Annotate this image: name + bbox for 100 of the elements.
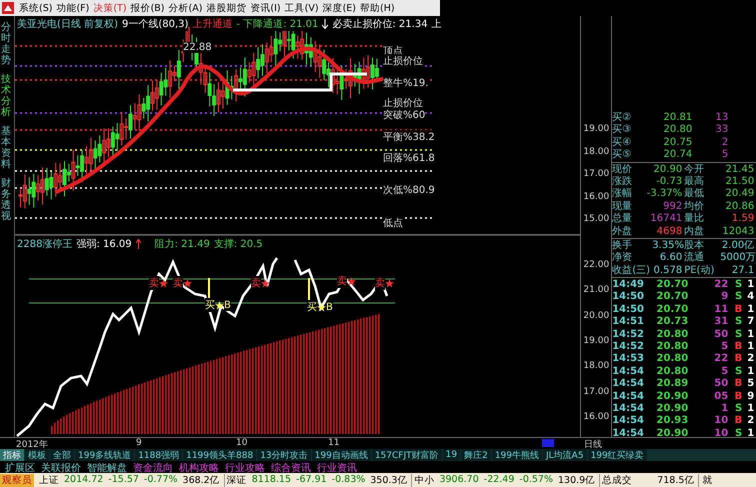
menu-item[interactable]: 功能(F) bbox=[54, 2, 92, 14]
stat-value: 20.86 bbox=[724, 200, 754, 214]
tick-volume: 10 bbox=[713, 428, 728, 440]
tick-time: 14:54 bbox=[612, 415, 646, 428]
stat-label: 量比 bbox=[683, 213, 706, 226]
tick-volume: 31 bbox=[713, 316, 728, 329]
menu-item[interactable]: 资讯(I) bbox=[248, 2, 283, 14]
bid-label: 买⑤ bbox=[612, 149, 632, 162]
info-label: 净资 bbox=[612, 252, 634, 265]
signal-label: 卖 bbox=[250, 276, 261, 290]
index-percent: -0.77% bbox=[144, 474, 178, 487]
chart-label: 整牛%19. bbox=[382, 76, 428, 90]
axis-label: 18.00 bbox=[583, 146, 610, 156]
tick-price: 20.80 bbox=[656, 328, 688, 342]
bid-volume: 5 bbox=[720, 149, 728, 162]
signal-label: 卖 bbox=[172, 276, 183, 290]
star-icon bbox=[316, 302, 326, 312]
star-icon bbox=[260, 278, 270, 288]
tick-time: 14:50 bbox=[612, 291, 646, 304]
extension-tab[interactable]: 机构攻略 bbox=[179, 461, 219, 473]
resistance-value: 阻力: 21.49 bbox=[154, 237, 210, 251]
indicator-tab[interactable]: 模板 bbox=[25, 449, 49, 461]
indicator-tab[interactable]: 199牛熊线 bbox=[492, 449, 542, 461]
extension-tab[interactable]: 资金流向 bbox=[133, 461, 173, 473]
tick-side: B bbox=[734, 378, 742, 391]
stat-label: 涨幅 bbox=[612, 188, 634, 201]
stat-value: 20.49 bbox=[724, 188, 754, 201]
menu-item[interactable]: 深度(E) bbox=[320, 2, 358, 14]
indicator-tab[interactable]: 1188强弱 bbox=[135, 449, 182, 461]
side-tab[interactable]: 技术分析 bbox=[0, 74, 11, 118]
stat-value: -0.73 bbox=[655, 176, 682, 188]
indicator-tab[interactable]: 157CFJT财富阶 bbox=[372, 449, 442, 461]
stat-label: 内盘 bbox=[683, 226, 706, 238]
index-name: 中小 bbox=[414, 474, 434, 487]
date-label: 2012年 bbox=[16, 438, 48, 450]
support-value: 支撑: 20.5 bbox=[214, 237, 263, 251]
extension-tab[interactable]: 行业资讯 bbox=[317, 461, 357, 473]
indicator-tab[interactable]: 舞庄2 bbox=[461, 449, 491, 461]
tick-volume: 50 bbox=[713, 328, 728, 342]
tick-volume: 5 bbox=[720, 366, 728, 378]
index-name: 深证 bbox=[226, 474, 247, 487]
index-change: -22.49 bbox=[484, 474, 514, 487]
extension-tab[interactable]: 关联报价 bbox=[41, 461, 81, 473]
menu-item[interactable]: 决策(T) bbox=[91, 2, 129, 14]
stat-value: 21.50 bbox=[724, 176, 754, 188]
info-label: 股本 bbox=[684, 240, 706, 252]
indicator-tab[interactable]: 13分时攻击 bbox=[257, 449, 311, 461]
scroll-thumb[interactable] bbox=[542, 439, 554, 447]
side-tab[interactable]: 财务透视 bbox=[0, 178, 11, 222]
extension-tab[interactable]: 行业攻略 bbox=[225, 461, 265, 473]
stat-value: -3.37% bbox=[646, 188, 682, 201]
tick-price: 20.70 bbox=[656, 291, 688, 304]
index-percent: -0.83% bbox=[332, 474, 366, 487]
stat-label: 涨跌 bbox=[612, 176, 634, 188]
signal-label: 买 bbox=[306, 300, 317, 314]
axis-label: 17.00 bbox=[583, 386, 610, 396]
indicator-tab[interactable]: 19 bbox=[442, 449, 460, 461]
indicator-tab[interactable]: JL均流A5 bbox=[543, 449, 587, 461]
index-amount: 350.3亿 bbox=[370, 474, 408, 487]
info-value: 3.35% bbox=[652, 240, 682, 252]
axis-label: 19.00 bbox=[583, 124, 610, 134]
tick-side: S bbox=[734, 279, 742, 292]
tick-side: B bbox=[734, 341, 742, 354]
extension-tab[interactable]: 智能解盘 bbox=[87, 461, 127, 473]
side-tab[interactable]: 分时走势 bbox=[0, 22, 11, 66]
menu-item[interactable]: 港股期货 bbox=[204, 2, 248, 14]
stat-value: 12043 bbox=[721, 226, 754, 238]
menu-item[interactable]: 工具(V) bbox=[282, 2, 321, 14]
star-icon bbox=[158, 278, 168, 288]
chart-label: 22.88 bbox=[182, 42, 212, 53]
stat-label: 现量 bbox=[612, 200, 634, 212]
menu-item[interactable]: 分析(A) bbox=[166, 2, 204, 14]
side-tab[interactable]: 基本资料 bbox=[0, 126, 11, 170]
indicator-tab[interactable]: 1199领头羊888 bbox=[183, 449, 256, 461]
tick-price: 20.89 bbox=[656, 378, 688, 391]
signal-label: 卖 bbox=[374, 276, 385, 290]
index-amount: 130.9亿 bbox=[558, 474, 596, 487]
bid-volume: 2 bbox=[720, 136, 728, 150]
tick-time: 14:54 bbox=[612, 378, 646, 391]
menu-item[interactable]: 帮助(H) bbox=[358, 2, 397, 14]
app-logo-icon bbox=[2, 2, 14, 14]
star-icon bbox=[214, 300, 224, 310]
indicator-tab[interactable]: 指标 bbox=[0, 449, 24, 461]
indicator-tab[interactable]: 199多线轨道 bbox=[75, 449, 134, 461]
date-label: 11 bbox=[328, 438, 340, 448]
indicator-tab[interactable]: 199红买绿卖 bbox=[588, 449, 647, 461]
indicator-tab[interactable]: 全部 bbox=[50, 449, 74, 461]
up-channel-label: 上升通道 bbox=[192, 17, 232, 31]
tick-side: S bbox=[734, 291, 742, 304]
tick-side: B bbox=[734, 390, 742, 403]
extension-tab[interactable]: 综合资讯 bbox=[271, 461, 311, 473]
extension-tab[interactable]: 扩展区 bbox=[5, 461, 35, 473]
indicator-tab[interactable]: 199自动画线 bbox=[312, 449, 371, 461]
axis-label: 15.00 bbox=[583, 214, 610, 224]
chart-label: 止损价位 bbox=[382, 54, 423, 68]
menu-item[interactable]: 系统(S) bbox=[17, 2, 54, 14]
bid-label: 买② bbox=[612, 112, 632, 124]
menu-item[interactable]: 报价(B) bbox=[128, 2, 166, 14]
tick-count: 2 bbox=[746, 415, 754, 428]
bid-label: 买③ bbox=[612, 124, 632, 137]
